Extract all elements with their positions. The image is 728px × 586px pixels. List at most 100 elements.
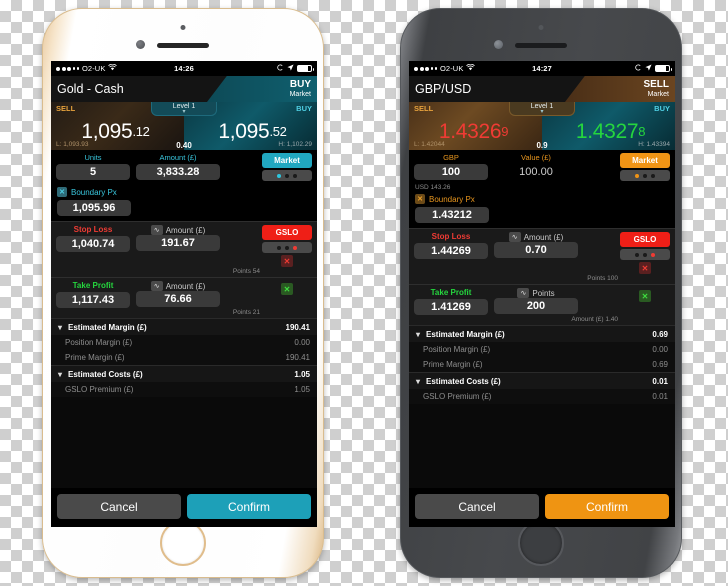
front-camera-icon [136, 40, 145, 49]
estimated-margin-row[interactable]: ▾ Estimated Margin (£) 190.41 [51, 318, 317, 335]
wifi-icon [466, 63, 476, 73]
boundary-input[interactable]: 1.43212 [415, 207, 489, 223]
stop-loss-clear-button[interactable]: ✕ [281, 255, 293, 267]
screen-left: O2-UK 14:26 Gold - Cash BUY Market SELL … [51, 61, 317, 527]
take-profit-amount-label-row: ∿ Amount (£) [150, 281, 205, 291]
quantity-input[interactable]: 100 [414, 164, 488, 180]
market-order-button[interactable]: Market [262, 153, 312, 168]
estimated-margin-label: Estimated Margin (£) [426, 329, 505, 339]
take-profit-actions: ✕ [620, 288, 670, 302]
stop-loss-clear-button[interactable]: ✕ [639, 262, 651, 274]
take-profit-price-input[interactable]: 1.41269 [414, 299, 488, 315]
cancel-button[interactable]: Cancel [415, 494, 539, 519]
status-bar: O2-UK 14:26 [51, 61, 317, 76]
gslo-page-dots[interactable] [620, 249, 670, 260]
position-margin-value: 0.00 [652, 345, 668, 354]
rotation-lock-icon [277, 64, 284, 73]
take-profit-clear-button[interactable]: ✕ [281, 283, 293, 295]
carrier-label: O2-UK [440, 64, 464, 73]
battery-icon [297, 65, 314, 72]
gslo-group: GSLO ✕ [620, 232, 670, 274]
gslo-page-dots[interactable] [262, 242, 312, 253]
estimated-margin-row[interactable]: ▾ Estimated Margin (£) 0.69 [409, 325, 675, 342]
market-order-button[interactable]: Market [620, 153, 670, 168]
confirm-button[interactable]: Confirm [545, 494, 669, 519]
summary-list-left: ▾ Estimated Margin (£) 190.41 Position M… [51, 318, 317, 397]
wifi-icon [108, 63, 118, 73]
estimated-costs-value: 0.01 [652, 376, 668, 386]
spread-label: 0.9 [536, 141, 548, 150]
signal-strength-icon [414, 66, 437, 71]
stop-loss-points-note: Points 100 [587, 275, 618, 282]
rotation-lock-icon [635, 64, 642, 73]
boundary-label: Boundary Px [71, 187, 117, 197]
gslo-group: GSLO ✕ [262, 225, 312, 267]
boundary-label-row[interactable]: ✕ Boundary Px [415, 194, 669, 204]
stop-loss-amount-input[interactable]: 191.67 [136, 235, 220, 251]
chevron-down-icon: ▾ [416, 376, 421, 386]
order-type-page-dots[interactable] [262, 170, 312, 181]
value-label: Value (£) [521, 153, 551, 162]
boundary-label-row[interactable]: ✕ Boundary Px [57, 187, 311, 197]
gslo-button[interactable]: GSLO [262, 225, 312, 240]
take-profit-amount-label-row: ∿ Points [517, 288, 555, 298]
take-profit-price-input[interactable]: 1,117.43 [56, 292, 130, 308]
boundary-input[interactable]: 1,095.96 [57, 200, 131, 216]
level-selector[interactable]: Level 1 ▾ [509, 102, 575, 116]
day-high-label: H: 1.43394 [638, 141, 670, 148]
stop-loss-section: Stop Loss 1,040.74 ∿ Amount (£) 191.67 G… [51, 221, 317, 277]
instrument-name: Gold - Cash [57, 82, 124, 96]
estimated-costs-row[interactable]: ▾ Estimated Costs (£) 0.01 [409, 372, 675, 389]
quantity-field-group: Units 5 [56, 153, 130, 180]
take-profit-clear-button[interactable]: ✕ [639, 290, 651, 302]
stop-loss-label: Stop Loss [431, 232, 471, 241]
take-profit-points-note: Amount (£) 1.40 [571, 316, 618, 323]
take-profit-amount-input[interactable]: 76.66 [136, 291, 220, 307]
take-profit-price-group: Take Profit 1,117.43 [56, 281, 130, 308]
spacer [51, 397, 317, 488]
quantity-field-group: GBP 100 [414, 153, 488, 180]
quantity-label: Units [84, 153, 102, 162]
level-selector[interactable]: Level 1 ▾ [151, 102, 217, 116]
gslo-premium-row: GSLO Premium (£) 0.01 [409, 389, 675, 404]
stop-loss-amount-input[interactable]: 0.70 [494, 242, 578, 258]
x-checkbox-icon[interactable]: ✕ [415, 194, 425, 204]
stop-loss-price-input[interactable]: 1,040.74 [56, 236, 130, 252]
confirm-button[interactable]: Confirm [187, 494, 311, 519]
stop-loss-amount-label-row: ∿ Amount (£) [508, 232, 563, 242]
x-checkbox-icon[interactable]: ✕ [57, 187, 67, 197]
cancel-button[interactable]: Cancel [57, 494, 181, 519]
gslo-button[interactable]: GSLO [620, 232, 670, 247]
signal-strength-icon [56, 66, 79, 71]
carrier-label: O2-UK [82, 64, 106, 73]
position-margin-row: Position Margin (£) 0.00 [409, 342, 675, 357]
gslo-premium-row: GSLO Premium (£) 1.05 [51, 382, 317, 397]
order-type-page-dots[interactable] [620, 170, 670, 181]
position-margin-label: Position Margin (£) [65, 338, 133, 347]
take-profit-amount-input[interactable]: 200 [494, 298, 578, 314]
gslo-premium-value: 0.01 [652, 392, 668, 401]
quantity-input[interactable]: 5 [56, 164, 130, 180]
stop-loss-amount-group: ∿ Amount (£) 191.67 [136, 225, 220, 251]
proximity-sensor-icon [538, 25, 544, 30]
value-input[interactable]: 3,833.28 [136, 164, 220, 180]
direction-label: SELL [643, 79, 669, 91]
estimated-costs-label: Estimated Costs (£) [68, 369, 143, 379]
clock-label: 14:27 [532, 64, 552, 73]
chevron-down-icon: ▾ [58, 369, 63, 379]
boundary-label: Boundary Px [429, 194, 475, 204]
order-type-label: Market [289, 90, 311, 98]
value-label: Amount (£) [159, 153, 197, 162]
estimated-costs-row[interactable]: ▾ Estimated Costs (£) 1.05 [51, 365, 317, 382]
chevron-down-icon: ▾ [540, 109, 544, 115]
instrument-name: GBP/USD [415, 82, 472, 96]
prime-margin-row: Prime Margin (£) 0.69 [409, 357, 675, 372]
order-direction-badge: BUY Market [290, 80, 311, 98]
stop-loss-price-input[interactable]: 1.44269 [414, 243, 488, 259]
prime-margin-row: Prime Margin (£) 190.41 [51, 350, 317, 365]
chevron-down-icon: ▾ [416, 329, 421, 339]
quantity-section: GBP 100 Value (£) 100.00 Market USD 143.… [409, 150, 675, 191]
estimated-costs-value: 1.05 [294, 369, 310, 379]
take-profit-amount-group: ∿ Points 200 [494, 288, 578, 314]
price-panel: SELL 1,095.12 BUY 1,095.52 Level 1 ▾ L: … [51, 102, 317, 150]
